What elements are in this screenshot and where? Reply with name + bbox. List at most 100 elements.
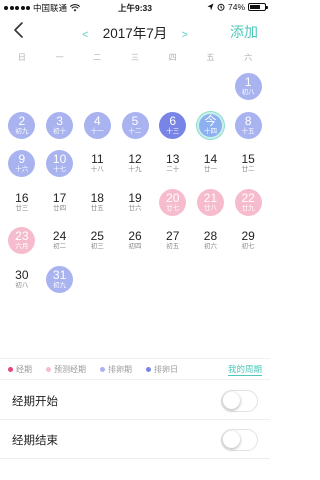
battery-percent: 74% [227, 2, 245, 12]
calendar-cell: 8 十五 [229, 111, 267, 150]
lunar-date: 初十 [53, 127, 67, 135]
calendar-day[interactable]: 24 初二 [46, 227, 73, 254]
calendar-day[interactable]: 11 十八 [84, 150, 111, 177]
prev-month-arrow-icon[interactable]: < [76, 29, 94, 41]
legend-dot-icon [46, 366, 51, 372]
weekday-label: 五 [206, 53, 215, 62]
day-number: 14 [203, 152, 218, 167]
toggle-knob [223, 391, 240, 409]
calendar-cell: 24 初二 [41, 226, 79, 265]
calendar-cell: 29 初七 [229, 226, 267, 265]
add-button[interactable]: 添加 [230, 22, 258, 42]
calendar-day[interactable]: 22 廿九 [234, 188, 262, 216]
lunar-date: 十六 [15, 166, 29, 174]
calendar-cell: 23 六月 [3, 226, 41, 265]
lunar-date: 十五 [241, 127, 255, 135]
weekday-label: 四 [168, 53, 177, 62]
legend-dot-icon [146, 366, 151, 372]
day-number: 3 [56, 113, 63, 128]
day-number: 31 [52, 267, 67, 282]
weekday-label: 一 [55, 53, 64, 62]
calendar-week-row: 16 廿三 17 廿四 18 廿五 19 廿六 20 廿七 21 廿八 22 廿九 [3, 188, 267, 227]
lunar-date: 初三 [90, 243, 104, 251]
legend-item: 排卵日 [146, 364, 178, 375]
lunar-date: 十三 [166, 127, 180, 135]
day-number: 23 [15, 229, 29, 244]
calendar-cell: 1 初八 [229, 72, 267, 111]
calendar-week-row: 2 初九 3 初十 4 十一 5 十二 6 十三今十四 8 十五 [3, 111, 267, 150]
calendar-day[interactable]: 21 廿八 [196, 188, 224, 216]
status-right: 74% [207, 2, 268, 12]
calendar-day[interactable]: 14 廿一 [197, 150, 224, 177]
calendar-week-row: 30 初八 31 初九 [3, 265, 267, 304]
day-number: 17 [52, 190, 67, 205]
lunar-date: 十一 [90, 127, 104, 135]
lunar-date: 初五 [166, 243, 180, 251]
calendar-cell: 20 廿七 [154, 188, 192, 227]
calendar-day[interactable]: 20 廿七 [159, 188, 187, 216]
calendar-day[interactable]: 30 初八 [8, 266, 35, 293]
day-number: 5 [131, 113, 139, 128]
lunar-date: 六月 [15, 243, 29, 251]
calendar-day[interactable]: 28 初六 [197, 227, 224, 254]
my-cycle-link[interactable]: 我的周期 [227, 363, 262, 376]
calendar-day[interactable]: 17 廿四 [46, 189, 73, 216]
day-number: 2 [18, 113, 26, 128]
legend-label: 排卵期 [108, 364, 132, 374]
lunar-date: 二十 [166, 166, 180, 174]
legend-bar: 经期 预测经期 排卵期 排卵日 我的周期 [0, 358, 270, 380]
calendar-day[interactable]: 12 十九 [122, 150, 149, 177]
legend-item: 排卵期 [100, 364, 132, 375]
calendar-day[interactable]: 4 十一 [83, 111, 111, 139]
calendar-day-today[interactable]: 今十四 [196, 111, 224, 139]
calendar-cell: 5 十二 [116, 111, 154, 150]
day-number: 19 [128, 190, 142, 205]
calendar-day[interactable]: 8 十五 [234, 111, 262, 139]
calendar-day[interactable]: 23 六月 [8, 227, 36, 254]
calendar-week-row: 23 六月 24 初二 25 初三 26 初四 27 初五 28 初六 29 初七 [3, 226, 267, 265]
calendar-day[interactable]: 9 十六 [8, 150, 36, 177]
battery-level [250, 5, 261, 9]
period-start-row: 经期开始 [0, 382, 270, 420]
day-number: 12 [128, 152, 142, 167]
calendar-day[interactable]: 19 廿六 [122, 189, 149, 216]
legend-items: 经期 预测经期 排卵期 排卵日 [8, 364, 192, 375]
day-number: 27 [166, 229, 180, 244]
calendar-cell [154, 265, 192, 304]
calendar-day[interactable]: 16 廿三 [8, 189, 35, 216]
calendar-day[interactable]: 10 十七 [46, 150, 74, 177]
calendar-day[interactable]: 29 初七 [235, 227, 262, 254]
calendar-day[interactable]: 15 廿二 [235, 150, 262, 177]
calendar-day[interactable]: 3 初十 [46, 111, 74, 139]
calendar-day[interactable]: 13 二十 [159, 150, 186, 177]
calendar-day[interactable]: 26 初四 [122, 227, 149, 254]
calendar-cell [78, 72, 116, 111]
lunar-date: 初八 [15, 281, 29, 289]
day-number: 10 [52, 152, 67, 167]
calendar-day[interactable]: 6 十三 [159, 111, 187, 139]
period-end-toggle[interactable] [221, 428, 258, 451]
calendar-day[interactable]: 25 初三 [84, 227, 111, 254]
calendar-day[interactable]: 1 初八 [234, 73, 262, 100]
calendar-day[interactable]: 31 初九 [46, 265, 74, 293]
calendar-day[interactable]: 27 初五 [159, 227, 186, 254]
lunar-date: 初二 [53, 243, 67, 251]
lunar-date: 初四 [128, 243, 142, 251]
calendar-day[interactable]: 5 十二 [121, 111, 149, 139]
calendar-cell: 30 初八 [3, 265, 41, 304]
calendar-cell [192, 265, 230, 304]
day-number: 13 [166, 152, 180, 167]
next-month-arrow-icon[interactable]: > [176, 29, 194, 41]
calendar-cell: 14 廿一 [192, 149, 230, 188]
calendar-day[interactable]: 2 初九 [8, 111, 36, 139]
day-number: 30 [15, 267, 29, 282]
calendar-cell: 26 初四 [116, 226, 154, 265]
calendar-cell: 17 廿四 [41, 188, 79, 227]
calendar-day[interactable]: 18 廿五 [84, 189, 111, 216]
day-number: 15 [241, 152, 255, 167]
lunar-date: 初八 [241, 89, 255, 97]
lunar-date: 初七 [241, 243, 255, 251]
day-number: 24 [52, 229, 67, 244]
day-number: 18 [90, 190, 104, 205]
period-start-toggle[interactable] [221, 389, 258, 412]
